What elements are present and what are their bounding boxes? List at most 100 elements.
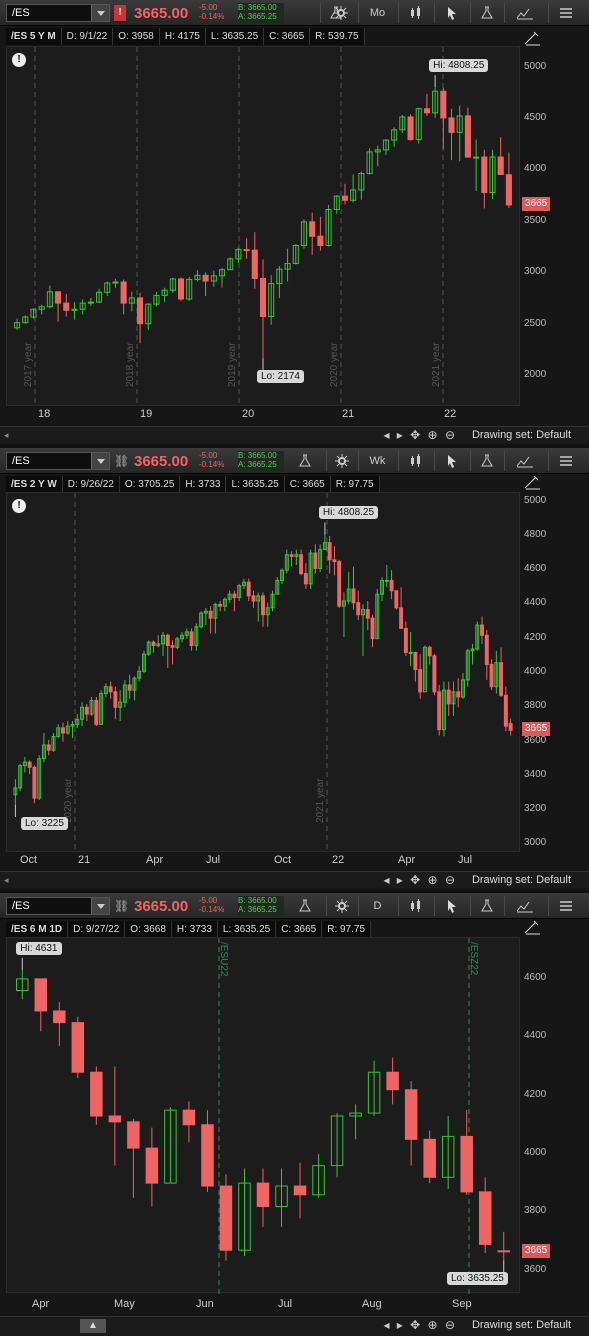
drawing-tool-icon[interactable] [522, 917, 544, 937]
candle [341, 592, 346, 637]
info-bar: /ES 6 M 1D D: 9/27/22 O: 3668 H: 3733 L:… [6, 921, 372, 938]
candle [18, 763, 23, 792]
candle [375, 589, 380, 640]
scroll-left-icon[interactable]: ◂ [4, 430, 9, 441]
symbol-selector[interactable]: /ES [6, 897, 110, 915]
candle [451, 681, 456, 716]
bid-value: B: 3665.00 [238, 896, 277, 905]
candle [503, 686, 508, 732]
warning-icon[interactable]: ! [12, 53, 26, 67]
aggregation-button[interactable]: Mo [358, 3, 396, 23]
drawing-tool-icon[interactable] [522, 28, 544, 48]
warning-icon[interactable]: ! [12, 499, 26, 513]
menu-icon[interactable] [548, 451, 582, 471]
aggregation-button[interactable]: Wk [358, 451, 396, 471]
period-label: /ESU22 [218, 942, 229, 977]
candle [182, 1101, 196, 1143]
cursor-icon[interactable] [434, 451, 468, 471]
price-tick-label: 3800 [524, 700, 547, 712]
last-price: 3665.00 [134, 5, 189, 22]
collapse-button[interactable]: ▲ [80, 1319, 106, 1333]
zoom-controls[interactable]: ◂ ▸ ✥ ⊕ ⊖ [383, 873, 457, 887]
candle [53, 1002, 66, 1046]
candle [294, 549, 299, 565]
candle [113, 686, 118, 720]
chart-canvas[interactable] [7, 493, 521, 853]
candle [481, 149, 488, 209]
symbol-text: /ES [12, 455, 30, 467]
gear-icon[interactable] [326, 451, 356, 471]
cursor-icon[interactable] [434, 896, 468, 916]
chart-canvas[interactable] [7, 47, 521, 407]
high-label: Hi: 4808.25 [318, 506, 379, 520]
candle [391, 127, 398, 147]
link-icon[interactable]: ⛓ [114, 453, 129, 469]
drawing-set-label[interactable]: Drawing set: Default [472, 429, 571, 441]
candle [440, 87, 447, 149]
candle [480, 616, 485, 644]
menu-icon[interactable] [548, 896, 582, 916]
gear-icon[interactable] [326, 896, 356, 916]
candle [87, 297, 94, 307]
price-tick-label: 4000 [524, 163, 547, 175]
symbol-text: /ES [12, 7, 30, 19]
flask-icon[interactable] [290, 451, 320, 471]
price-chart-5y[interactable]: ! 2017 year 2018 year 2019 year 2020 year 20… [6, 46, 521, 407]
gear-icon[interactable] [326, 3, 356, 23]
candle [399, 114, 406, 134]
symbol-selector[interactable]: /ES [6, 452, 110, 470]
candle [337, 559, 342, 608]
price-chart-6m[interactable]: /ESU22/ESZ22 Hi: 4631 Lo: 3635.25 [6, 937, 521, 1294]
drawings-icon[interactable] [504, 896, 544, 916]
candle [349, 1104, 362, 1140]
chevron-down-icon[interactable] [91, 453, 109, 469]
drawing-set-label[interactable]: Drawing set: Default [472, 874, 571, 886]
candle [365, 601, 370, 631]
zoom-controls[interactable]: ◂ ▸ ✥ ⊕ ⊖ [383, 428, 457, 442]
chart-canvas[interactable] [7, 938, 521, 1294]
candle [170, 640, 175, 665]
candle [94, 697, 99, 727]
time-axis: Oct 21 Apr Jul Oct 22 Apr Jul [6, 854, 520, 870]
time-tick-label: Apr [398, 854, 416, 866]
price-tick-label: 4200 [524, 1088, 547, 1100]
aggregation-button[interactable]: D [358, 896, 396, 916]
chevron-down-icon[interactable] [91, 5, 109, 21]
flask-icon[interactable] [290, 896, 320, 916]
cursor-icon[interactable] [434, 3, 468, 23]
chevron-down-icon[interactable] [91, 898, 109, 914]
menu-icon[interactable] [548, 3, 582, 23]
candle-style-icon[interactable] [398, 896, 432, 916]
studies-icon[interactable] [470, 896, 502, 916]
ask-value: A: 3665.25 [238, 460, 277, 469]
candle [270, 590, 275, 612]
drawing-set-label[interactable]: Drawing set: Default [472, 1319, 571, 1331]
last-price-tag: 3665 [522, 1243, 551, 1258]
candle [284, 248, 291, 282]
price-tick-label: 5000 [524, 494, 547, 506]
candle [460, 1110, 473, 1195]
time-tick-label: May [114, 1298, 135, 1310]
candle [499, 647, 504, 697]
drawing-tool-icon[interactable] [522, 472, 544, 492]
symbol-selector[interactable]: /ES [6, 4, 110, 22]
period-label: 2021 year [431, 342, 442, 387]
zoom-controls[interactable]: ◂ ▸ ✥ ⊕ ⊖ [383, 1318, 457, 1332]
candle [280, 568, 285, 584]
candle [210, 270, 217, 287]
last-price: 3665.00 [134, 898, 189, 915]
candle-style-icon[interactable] [398, 3, 432, 23]
price-change: -5.00 -0.14% [199, 451, 224, 469]
price-chart-2y[interactable]: ! 2020 year 2021 year Hi: 4808.25 Lo: 3225 [6, 492, 521, 853]
studies-icon[interactable] [470, 451, 502, 471]
candle [313, 544, 318, 574]
price-tick-label: 4600 [524, 563, 547, 575]
link-icon[interactable]: ⛓ [114, 898, 129, 914]
drawings-icon[interactable] [504, 451, 544, 471]
candle [382, 139, 389, 155]
studies-icon[interactable] [470, 3, 502, 23]
candle-style-icon[interactable] [398, 451, 432, 471]
scroll-left-icon[interactable]: ◂ [4, 875, 9, 886]
drawings-icon[interactable] [504, 3, 544, 23]
alert-icon[interactable]: ! [114, 5, 126, 21]
